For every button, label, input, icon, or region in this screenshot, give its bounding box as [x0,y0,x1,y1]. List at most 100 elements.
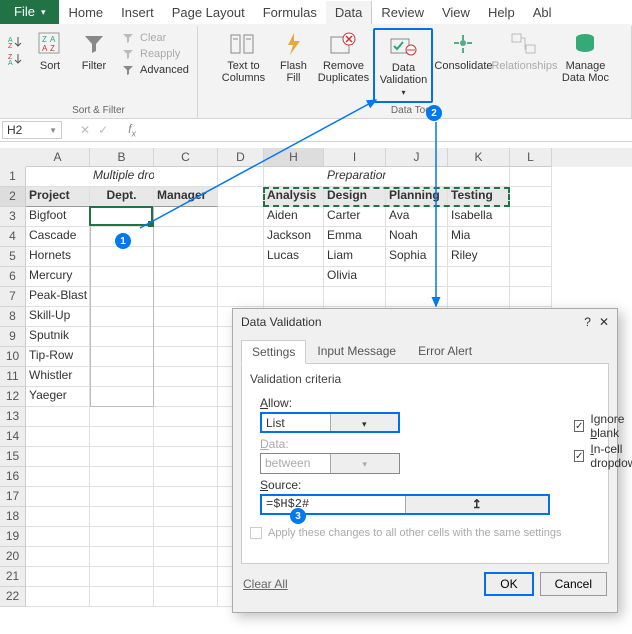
tab-ablebits[interactable]: Abl [524,1,561,24]
row-header[interactable]: 4 [0,227,26,247]
cell[interactable] [218,227,264,247]
cell[interactable]: Riley [448,247,510,267]
cell[interactable]: Whistler [26,367,90,387]
cell[interactable] [154,207,218,227]
tab-view[interactable]: View [433,1,479,24]
tab-data[interactable]: Data [326,1,372,24]
cell[interactable] [90,347,154,367]
consolidate-button[interactable]: Consolidate [437,28,489,74]
cell[interactable] [26,487,90,507]
row-header[interactable]: 11 [0,367,26,387]
cancel-formula-icon[interactable]: ✕ [80,123,90,137]
tab-home[interactable]: Home [59,1,112,24]
cell[interactable] [154,347,218,367]
cell[interactable] [154,507,218,527]
cell[interactable]: Jackson [264,227,324,247]
allow-dropdown[interactable]: List▾ [260,412,400,433]
help-button[interactable]: ? [584,315,591,329]
cell[interactable] [90,467,154,487]
ok-button[interactable]: OK [484,572,533,596]
cell[interactable] [26,507,90,527]
cell[interactable]: Lucas [264,247,324,267]
tab-error-alert[interactable]: Error Alert [407,339,483,363]
cell[interactable] [154,547,218,567]
cell[interactable] [26,587,90,607]
cell[interactable] [90,207,154,227]
cell[interactable] [154,227,218,247]
cell[interactable]: Sophia [386,247,448,267]
cell[interactable]: Carter [324,207,386,227]
cell[interactable] [154,467,218,487]
cell[interactable] [90,307,154,327]
cell[interactable]: Hornets [26,247,90,267]
col-header[interactable]: D [218,148,264,167]
cell[interactable]: Olivia [324,267,386,287]
cell[interactable] [154,267,218,287]
col-header[interactable]: B [90,148,154,167]
col-header[interactable]: H [264,148,324,167]
cell[interactable]: Mercury [26,267,90,287]
cell[interactable] [90,587,154,607]
cell[interactable]: Planning [386,187,448,207]
cell[interactable] [90,407,154,427]
cell[interactable] [154,587,218,607]
cell[interactable] [90,267,154,287]
cell[interactable]: Peak-Blast [26,287,90,307]
clear-button[interactable]: Clear [118,30,191,46]
manage-data-model-button[interactable]: Manage Data Moc [559,28,611,86]
cell[interactable]: Liam [324,247,386,267]
row-header[interactable]: 20 [0,547,26,567]
cell[interactable]: Manager [154,187,218,207]
filter-button[interactable]: Filter [74,28,114,74]
row-header[interactable]: 10 [0,347,26,367]
cell[interactable] [154,367,218,387]
sort-desc-button[interactable]: ZA [6,51,26,67]
cell[interactable]: Yaeger [26,387,90,407]
row-header[interactable]: 16 [0,467,26,487]
row-header[interactable]: 22 [0,587,26,607]
cell[interactable] [218,187,264,207]
cell[interactable] [154,327,218,347]
cell[interactable] [154,167,218,187]
col-header[interactable]: A [26,148,90,167]
cell[interactable] [90,447,154,467]
enter-formula-icon[interactable]: ✓ [98,123,108,137]
cell[interactable]: Ava [386,207,448,227]
cell[interactable] [26,167,90,187]
sort-asc-button[interactable]: AZ [6,34,26,50]
cell[interactable]: Preparation table [324,167,386,187]
text-to-columns-button[interactable]: Text to Columns [217,28,269,86]
cell[interactable] [510,187,552,207]
cell[interactable] [510,267,552,287]
cell[interactable] [90,367,154,387]
row-header[interactable]: 12 [0,387,26,407]
cell[interactable] [448,167,510,187]
tab-input-message[interactable]: Input Message [306,339,407,363]
cell[interactable] [448,287,510,307]
cell[interactable] [218,247,264,267]
cell[interactable] [154,427,218,447]
cell[interactable] [324,287,386,307]
cell[interactable] [90,567,154,587]
col-header[interactable]: I [324,148,386,167]
cell[interactable]: Design [324,187,386,207]
cell[interactable]: Mia [448,227,510,247]
cell[interactable] [154,247,218,267]
cell[interactable]: Noah [386,227,448,247]
cell[interactable] [154,567,218,587]
cell[interactable]: Aiden [264,207,324,227]
file-tab[interactable]: File▾ [0,0,59,24]
row-header[interactable]: 14 [0,427,26,447]
cell[interactable] [90,387,154,407]
row-header[interactable]: 5 [0,247,26,267]
cell[interactable] [510,227,552,247]
fx-icon[interactable]: fx [128,122,136,138]
cell[interactable]: Isabella [448,207,510,227]
cell[interactable] [218,287,264,307]
tab-help[interactable]: Help [479,1,524,24]
row-header[interactable]: 21 [0,567,26,587]
cell[interactable]: Testing [448,187,510,207]
cell[interactable] [154,387,218,407]
row-header[interactable]: 3 [0,207,26,227]
col-header[interactable]: J [386,148,448,167]
